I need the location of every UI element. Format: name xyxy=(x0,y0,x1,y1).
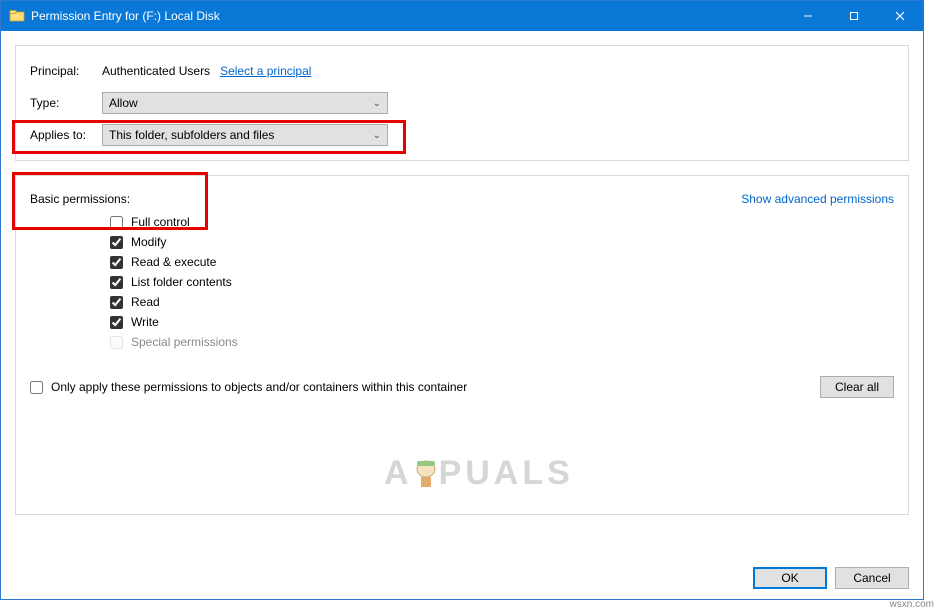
footer-buttons: OK Cancel xyxy=(753,567,909,589)
permission-checkbox[interactable] xyxy=(110,256,123,269)
principal-label: Principal: xyxy=(30,64,102,78)
permission-label: Write xyxy=(131,315,159,329)
chevron-down-icon: ⌄ xyxy=(373,98,381,109)
type-row: Type: Allow ⌄ xyxy=(30,92,894,114)
permission-item[interactable]: Read xyxy=(110,292,894,312)
permission-checkbox[interactable] xyxy=(110,236,123,249)
select-principal-link[interactable]: Select a principal xyxy=(220,64,311,78)
show-advanced-link[interactable]: Show advanced permissions xyxy=(741,192,894,206)
permission-label: Read & execute xyxy=(131,255,216,269)
permission-label: Special permissions xyxy=(131,335,238,349)
applies-to-select[interactable]: This folder, subfolders and files ⌄ xyxy=(102,124,388,146)
titlebar: Permission Entry for (F:) Local Disk xyxy=(1,1,923,31)
content-area: Principal: Authenticated Users Select a … xyxy=(1,31,923,515)
permission-label: List folder contents xyxy=(131,275,232,289)
type-select[interactable]: Allow ⌄ xyxy=(102,92,388,114)
permission-entry-window: Permission Entry for (F:) Local Disk Pri… xyxy=(0,0,924,600)
permission-label: Modify xyxy=(131,235,166,249)
window-title: Permission Entry for (F:) Local Disk xyxy=(31,9,785,23)
lower-row: Only apply these permissions to objects … xyxy=(30,376,894,398)
attribution: wsxn.com xyxy=(890,599,934,610)
permission-item[interactable]: Read & execute xyxy=(110,252,894,272)
permission-item: Special permissions xyxy=(110,332,894,352)
only-apply-label: Only apply these permissions to objects … xyxy=(51,380,467,394)
permissions-panel: A PUALS Basic permissions: Show advanced… xyxy=(15,175,909,515)
clear-all-button[interactable]: Clear all xyxy=(820,376,894,398)
folder-icon xyxy=(9,8,25,24)
permission-checkbox[interactable] xyxy=(110,276,123,289)
applies-to-value: This folder, subfolders and files xyxy=(109,128,274,142)
permission-checkbox[interactable] xyxy=(110,316,123,329)
maximize-button[interactable] xyxy=(831,1,877,31)
close-button[interactable] xyxy=(877,1,923,31)
permission-label: Full control xyxy=(131,215,190,229)
watermark: A PUALS xyxy=(384,454,574,493)
only-apply-checkbox[interactable] xyxy=(30,381,43,394)
permission-item[interactable]: List folder contents xyxy=(110,272,894,292)
permission-item[interactable]: Write xyxy=(110,312,894,332)
type-select-value: Allow xyxy=(109,96,138,110)
type-label: Type: xyxy=(30,96,102,110)
permission-checkbox xyxy=(110,336,123,349)
applies-to-label: Applies to: xyxy=(30,128,102,142)
permission-checkbox[interactable] xyxy=(110,296,123,309)
principal-name: Authenticated Users xyxy=(102,64,210,78)
principal-row: Principal: Authenticated Users Select a … xyxy=(30,60,894,82)
permissions-list: Full control Modify Read & execute List fol… xyxy=(110,212,894,352)
ok-button[interactable]: OK xyxy=(753,567,827,589)
principal-panel: Principal: Authenticated Users Select a … xyxy=(15,45,909,161)
permissions-header: Basic permissions: Show advanced permiss… xyxy=(30,192,894,206)
minimize-button[interactable] xyxy=(785,1,831,31)
applies-to-row: Applies to: This folder, subfolders and … xyxy=(30,124,894,146)
permission-checkbox[interactable] xyxy=(110,216,123,229)
permission-item[interactable]: Modify xyxy=(110,232,894,252)
basic-permissions-heading: Basic permissions: xyxy=(30,192,130,206)
only-apply-row[interactable]: Only apply these permissions to objects … xyxy=(30,377,467,397)
chevron-down-icon: ⌄ xyxy=(373,130,381,141)
permission-item[interactable]: Full control xyxy=(110,212,894,232)
permission-label: Read xyxy=(131,295,160,309)
cancel-button[interactable]: Cancel xyxy=(835,567,909,589)
